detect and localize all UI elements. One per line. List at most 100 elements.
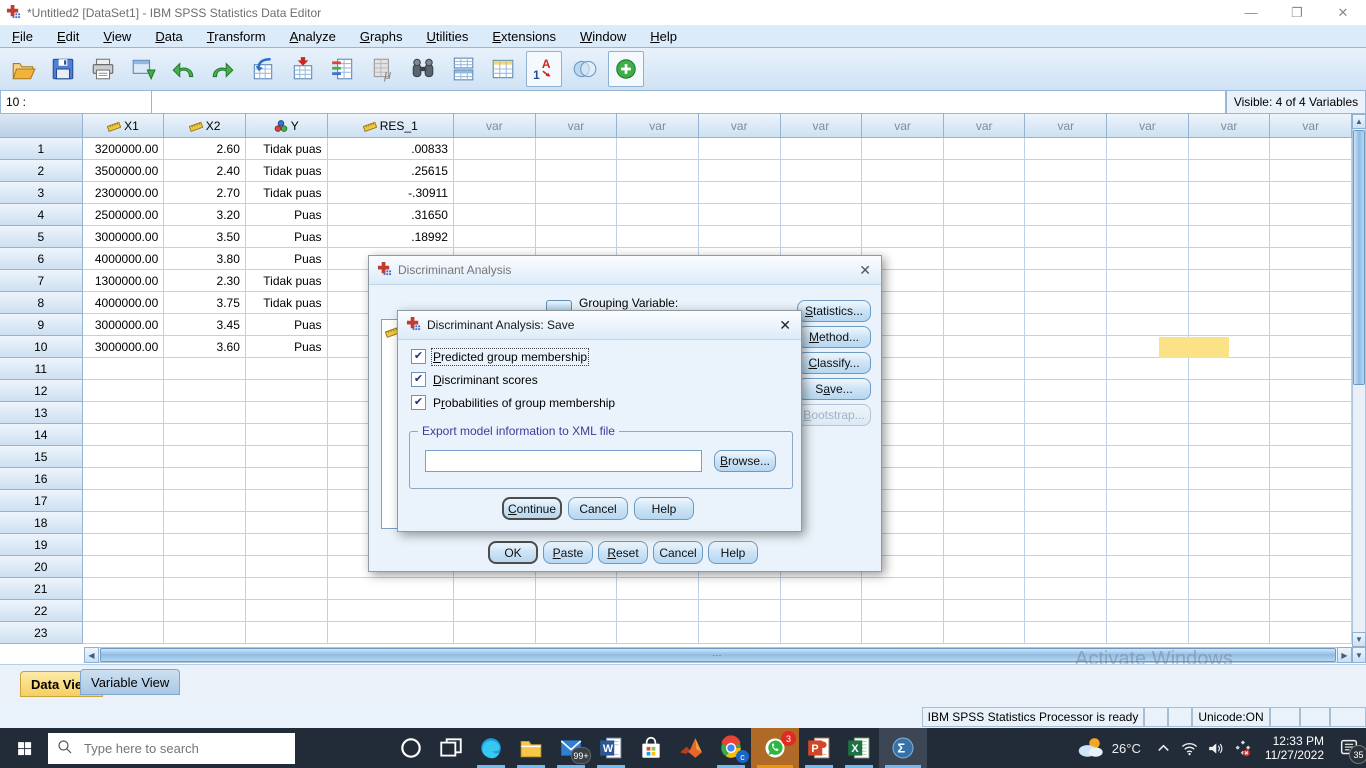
vertical-scroll-thumb[interactable] xyxy=(1353,130,1365,385)
speaker-icon[interactable] xyxy=(1203,728,1229,768)
cell-var[interactable] xyxy=(1107,248,1189,270)
cell-var[interactable] xyxy=(1188,380,1271,402)
cell-var[interactable] xyxy=(943,270,1026,292)
cell-y-row23[interactable] xyxy=(245,622,328,644)
cell-var[interactable] xyxy=(1025,512,1108,534)
column-header-var[interactable]: var xyxy=(1107,114,1189,138)
row-header[interactable]: 16 xyxy=(0,468,83,490)
close-button[interactable]: ✕ xyxy=(1320,0,1366,25)
cell-y-row20[interactable] xyxy=(245,556,328,578)
cell-x2-row4[interactable]: 3.20 xyxy=(164,204,246,226)
cell-var[interactable] xyxy=(1270,446,1352,468)
cell-var[interactable] xyxy=(1025,468,1108,490)
row-header[interactable]: 22 xyxy=(0,600,83,622)
cell-var[interactable] xyxy=(453,622,536,644)
cell-var[interactable] xyxy=(1270,468,1352,490)
cell-var[interactable] xyxy=(780,600,863,622)
cell-var[interactable] xyxy=(943,600,1026,622)
cell-var[interactable] xyxy=(943,556,1026,578)
cell-var[interactable] xyxy=(1025,490,1108,512)
cell-var[interactable] xyxy=(862,578,944,600)
cell-var[interactable] xyxy=(698,204,781,226)
cell-x2-row15[interactable] xyxy=(164,446,246,468)
row-header[interactable]: 9 xyxy=(0,314,83,336)
cell-var[interactable] xyxy=(1107,358,1189,380)
cell-var[interactable] xyxy=(1270,622,1352,644)
cell-var[interactable] xyxy=(943,336,1026,358)
insert-variable-icon[interactable] xyxy=(486,52,520,86)
cell-var[interactable] xyxy=(1025,182,1108,204)
cell-x1-row20[interactable] xyxy=(82,556,165,578)
reset-button[interactable]: Reset xyxy=(598,541,648,564)
menu-data[interactable]: Data xyxy=(143,29,194,44)
tab-variable-view[interactable]: Variable View xyxy=(80,669,181,695)
cell-x1-row7[interactable]: 1300000.00 xyxy=(82,270,165,292)
cell-x2-row23[interactable] xyxy=(164,622,246,644)
cell-var[interactable] xyxy=(1025,556,1108,578)
cell-var[interactable] xyxy=(1107,490,1189,512)
use-variable-sets-icon[interactable] xyxy=(568,52,602,86)
cell-var[interactable] xyxy=(862,160,944,182)
column-header-var[interactable]: var xyxy=(943,114,1026,138)
cancel-button[interactable]: Cancel xyxy=(568,497,628,520)
cell-var[interactable] xyxy=(1025,292,1108,314)
cell-res-row22[interactable] xyxy=(327,600,454,622)
scroll-up-button[interactable]: ▲ xyxy=(1352,114,1366,129)
cell-var[interactable] xyxy=(1025,160,1108,182)
cell-var[interactable] xyxy=(1025,314,1108,336)
cell-var[interactable] xyxy=(1270,160,1352,182)
cell-var[interactable] xyxy=(1025,248,1108,270)
cell-var[interactable] xyxy=(617,600,699,622)
column-header-x2[interactable]: X2 xyxy=(164,114,246,138)
cell-var[interactable] xyxy=(1107,160,1189,182)
cell-var[interactable] xyxy=(780,622,863,644)
row-header[interactable]: 10 xyxy=(0,336,83,358)
cell-var[interactable] xyxy=(943,138,1026,160)
column-header-var[interactable]: var xyxy=(698,114,781,138)
save-dialog-title-bar[interactable]: Discriminant Analysis: Save ✕ xyxy=(398,311,801,340)
cell-var[interactable] xyxy=(535,138,618,160)
scroll-right-button[interactable]: ▶ xyxy=(1337,647,1352,663)
cell-x2-row21[interactable] xyxy=(164,578,246,600)
cell-var[interactable] xyxy=(617,160,699,182)
cell-var[interactable] xyxy=(780,182,863,204)
cell-var[interactable] xyxy=(1270,424,1352,446)
cell-x1-row16[interactable] xyxy=(82,468,165,490)
cell-var[interactable] xyxy=(535,622,618,644)
cell-var[interactable] xyxy=(1107,402,1189,424)
cell-var[interactable] xyxy=(1107,292,1189,314)
open-data-icon[interactable] xyxy=(6,52,40,86)
cell-var[interactable] xyxy=(1188,182,1271,204)
row-header[interactable]: 3 xyxy=(0,182,83,204)
cell-x1-row10[interactable]: 3000000.00 xyxy=(82,336,165,358)
cell-var[interactable] xyxy=(1188,556,1271,578)
cell-var[interactable] xyxy=(1188,622,1271,644)
cell-x2-row8[interactable]: 3.75 xyxy=(164,292,246,314)
value-labels-icon[interactable]: A1 xyxy=(526,51,562,87)
checkbox[interactable]: ✔ xyxy=(411,372,426,387)
mail-icon[interactable]: 99+ xyxy=(551,728,591,768)
cell-y-row3[interactable]: Tidak puas xyxy=(245,182,328,204)
cell-x1-row4[interactable]: 2500000.00 xyxy=(82,204,165,226)
cell-var[interactable] xyxy=(1025,336,1108,358)
ok-button[interactable]: OK xyxy=(488,541,538,564)
cell-var[interactable] xyxy=(1025,446,1108,468)
highlighted-cell[interactable] xyxy=(1159,337,1229,358)
cell-var[interactable] xyxy=(943,380,1026,402)
cell-var[interactable] xyxy=(943,160,1026,182)
cell-var[interactable] xyxy=(1025,622,1108,644)
row-header[interactable]: 12 xyxy=(0,380,83,402)
restore-button[interactable]: ❐ xyxy=(1274,0,1320,25)
cell-var[interactable] xyxy=(1025,380,1108,402)
cell-var[interactable] xyxy=(1188,270,1271,292)
cell-x1-row17[interactable] xyxy=(82,490,165,512)
excel-icon[interactable]: X xyxy=(839,728,879,768)
cell-y-row13[interactable] xyxy=(245,402,328,424)
cell-var[interactable] xyxy=(535,204,618,226)
search-box[interactable] xyxy=(48,732,295,764)
cell-x2-row9[interactable]: 3.45 xyxy=(164,314,246,336)
cell-x1-row12[interactable] xyxy=(82,380,165,402)
row-header[interactable]: 17 xyxy=(0,490,83,512)
continue-button[interactable]: Continue xyxy=(502,497,562,520)
column-header-var[interactable]: var xyxy=(454,114,536,138)
